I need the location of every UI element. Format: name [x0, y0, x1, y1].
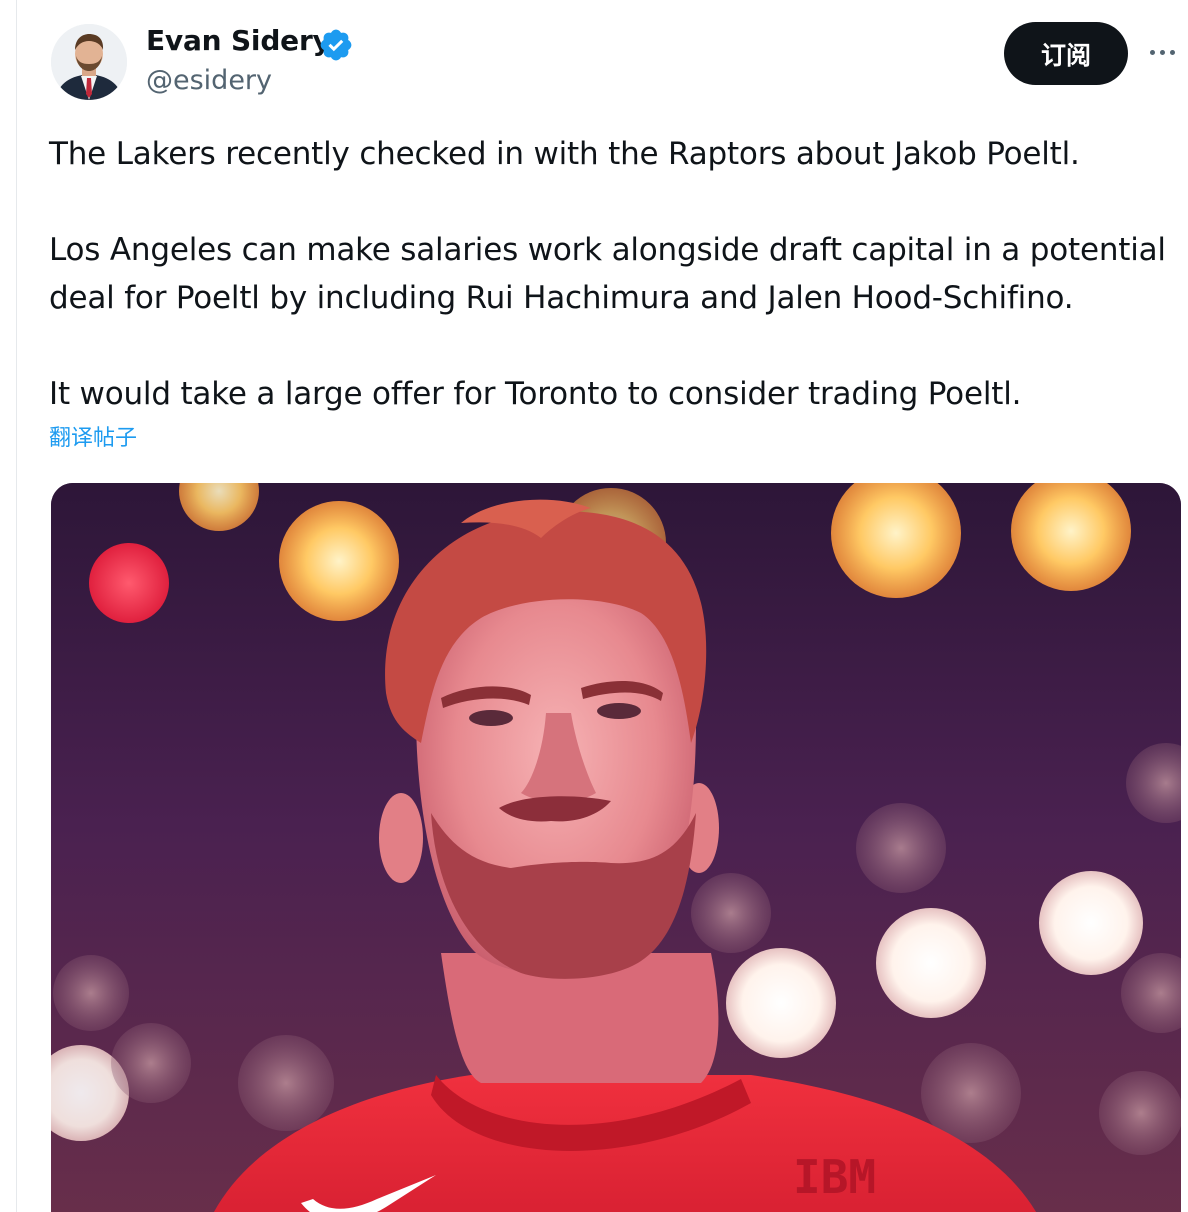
more-dot	[1159, 49, 1165, 55]
author-handle[interactable]: @esidery	[146, 63, 272, 99]
tweet-body: The Lakers recently checked in with the …	[49, 130, 1184, 418]
jersey-sponsor-text: IBM	[793, 1150, 876, 1204]
author-display-name[interactable]: Evan Sidery	[146, 22, 331, 60]
tweet-paragraph: It would take a large offer for Toronto …	[49, 376, 1022, 412]
timeline-divider	[16, 0, 17, 1212]
ellipsis-icon[interactable]	[1142, 30, 1182, 74]
subscribe-button[interactable]: 订阅	[1004, 22, 1128, 85]
tweet-card: Evan Sidery @esidery 订阅 The Lakers recen…	[0, 0, 1188, 1212]
translate-post-link[interactable]: 翻译帖子	[49, 424, 137, 454]
avatar-image	[51, 24, 127, 100]
more-dot	[1149, 49, 1155, 55]
author-avatar[interactable]	[51, 24, 127, 100]
tweet-media-photo[interactable]: IBM	[51, 483, 1181, 1212]
tweet-paragraph: The Lakers recently checked in with the …	[49, 136, 1080, 172]
verified-badge-icon	[320, 29, 352, 61]
more-dot	[1169, 49, 1175, 55]
tweet-paragraph: Los Angeles can make salaries work along…	[49, 232, 1166, 316]
photo-canvas: IBM	[51, 483, 1181, 1212]
